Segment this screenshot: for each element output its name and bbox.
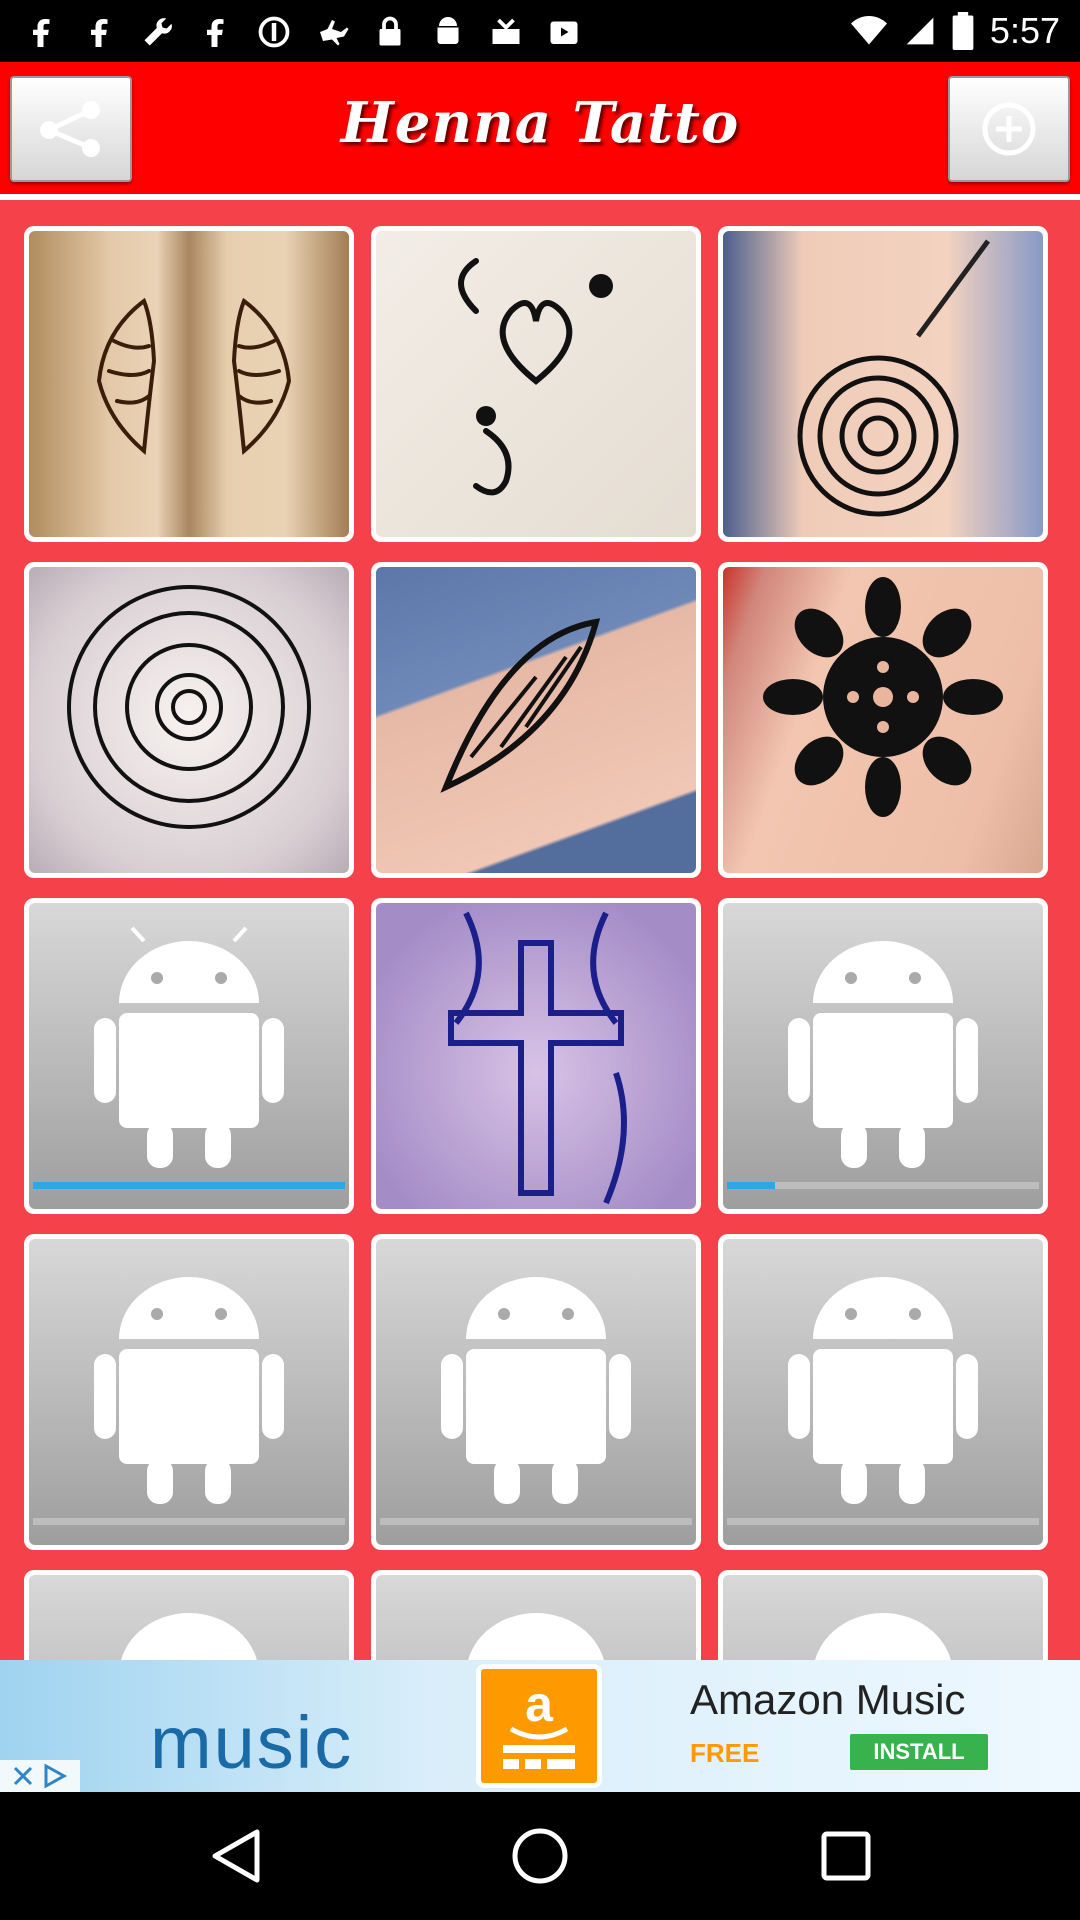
gallery-item-loading[interactable] <box>24 1234 354 1550</box>
system-status: 5:57 <box>850 10 1060 52</box>
android-placeholder-icon <box>815 1613 951 1660</box>
status-bar: 5:57 <box>0 0 1080 62</box>
gallery-item[interactable] <box>24 226 354 542</box>
progress-track <box>33 1518 345 1525</box>
heart-henna-image <box>458 258 613 496</box>
home-icon <box>512 1828 568 1884</box>
fake-gps-icon <box>320 20 349 46</box>
gallery-item-loading[interactable] <box>371 1234 701 1550</box>
check-box-icon <box>492 18 520 44</box>
adchoices-icon <box>44 1763 68 1789</box>
gallery-item-loading[interactable] <box>24 1570 354 1660</box>
navigation-bar <box>0 1792 1080 1920</box>
app-content: Henna Tatto <box>0 62 1080 1660</box>
back-button[interactable] <box>206 1826 266 1886</box>
gallery-item-loading[interactable] <box>371 1570 701 1660</box>
ad-close-button[interactable] <box>0 1760 80 1792</box>
back-icon <box>212 1829 260 1883</box>
winged-henna-image <box>96 297 292 456</box>
gallery-item[interactable] <box>718 562 1048 878</box>
battery-icon <box>952 12 974 50</box>
android-placeholder-icon <box>788 1277 978 1504</box>
progress-track <box>380 1518 692 1525</box>
mandala-henna-image <box>797 239 991 517</box>
svg-text:a: a <box>525 1676 554 1732</box>
facebook-icon <box>33 18 50 47</box>
amazon-logo-icon: a <box>503 1676 575 1769</box>
ad-music-text: music <box>150 1701 354 1784</box>
facebook-icon <box>91 18 108 47</box>
clock: 5:57 <box>989 10 1060 51</box>
android-placeholder-icon <box>94 926 284 1168</box>
gallery-item-loading[interactable] <box>24 898 354 1214</box>
android-placeholder-icon <box>788 941 978 1168</box>
lock-icon <box>379 16 401 46</box>
android-placeholder-icon <box>441 1277 631 1504</box>
ad-install-button[interactable]: INSTALL <box>850 1734 988 1770</box>
android-placeholder-icon <box>121 1613 257 1660</box>
gallery-item-loading[interactable] <box>718 898 1048 1214</box>
add-circle-icon <box>982 102 1036 156</box>
add-button[interactable] <box>948 76 1070 182</box>
gallery-item[interactable] <box>371 226 701 542</box>
ad-banner[interactable]: music a Amazon Music FREE INSTALL <box>0 1660 1080 1792</box>
leaf-henna-image <box>440 618 601 793</box>
gallery-item[interactable] <box>24 562 354 878</box>
wifi-icon <box>850 16 887 45</box>
play-store-icon <box>550 21 578 44</box>
blocked-icon <box>258 16 290 48</box>
toolbar: Henna Tatto <box>0 62 1080 200</box>
black-flower-henna-image <box>763 577 1003 817</box>
gallery-item[interactable] <box>371 898 701 1214</box>
ad-free-label: FREE <box>690 1738 760 1768</box>
gallery-item-loading[interactable] <box>718 1234 1048 1550</box>
android-icon <box>437 17 459 44</box>
recents-button[interactable] <box>816 1826 876 1886</box>
wrench-icon <box>144 18 172 46</box>
progress-track <box>727 1518 1039 1525</box>
amazon-music-logo: a <box>476 1664 602 1788</box>
progress-bar <box>33 1182 345 1189</box>
android-placeholder-icon <box>94 1277 284 1504</box>
mandala-flower-henna-image <box>67 585 311 829</box>
progress-bar <box>727 1182 775 1189</box>
recents-icon <box>821 1831 871 1881</box>
home-button[interactable] <box>510 1826 570 1886</box>
ad-title: Amazon Music <box>690 1676 966 1723</box>
app-title: Henna Tatto <box>340 90 740 156</box>
android-placeholder-icon <box>468 1613 604 1660</box>
facebook-icon <box>207 18 224 47</box>
blue-cross-henna-image <box>448 911 627 1205</box>
gallery-item[interactable] <box>718 226 1048 542</box>
notification-icons <box>24 14 582 50</box>
close-icon <box>13 1766 33 1786</box>
signal-icon <box>906 17 934 45</box>
gallery-item-loading[interactable] <box>718 1570 1048 1660</box>
gallery-item[interactable] <box>371 562 701 878</box>
